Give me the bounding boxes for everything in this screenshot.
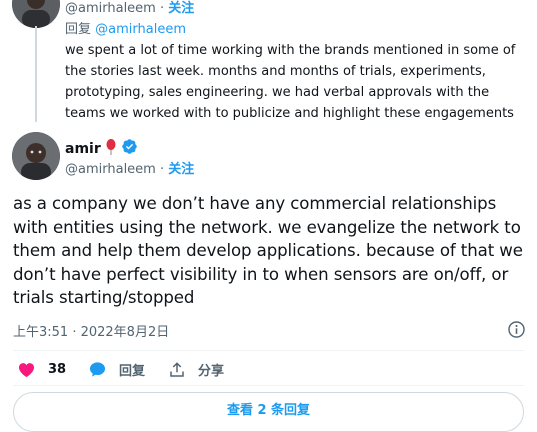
replying-to-prefix: 回复 xyxy=(65,22,92,37)
replying-to: 回复 @amirhaleem xyxy=(65,18,186,37)
view-replies-button[interactable]: 查看 2 条回复 xyxy=(13,392,524,432)
info-icon[interactable] xyxy=(507,320,526,343)
balloon-emoji-icon xyxy=(106,138,116,159)
share-label: 分享 xyxy=(198,364,225,379)
main-author-name[interactable]: amir xyxy=(65,141,101,157)
reply-author-row: @amirhaleem · 关注 xyxy=(65,0,194,16)
follow-link[interactable]: 关注 xyxy=(168,1,194,16)
divider xyxy=(13,350,524,351)
follow-link[interactable]: 关注 xyxy=(168,162,194,177)
thread-line xyxy=(35,26,37,122)
share-button[interactable]: 分享 xyxy=(168,360,224,379)
separator-dot: · xyxy=(159,162,165,177)
main-author-avatar[interactable] xyxy=(12,132,60,180)
like-count: 38 xyxy=(48,362,67,377)
main-author-handle-row: @amirhaleem · 关注 xyxy=(65,158,194,177)
verified-badge-icon xyxy=(121,138,138,159)
reply-button[interactable]: 回复 xyxy=(88,360,145,379)
share-icon xyxy=(170,361,184,377)
reply-author-handle[interactable]: @amirhaleem xyxy=(65,1,156,16)
heart-icon xyxy=(18,363,35,378)
replying-to-handle[interactable]: @amirhaleem xyxy=(95,22,186,37)
reply-tweet-text: we spent a lot of time working with the … xyxy=(65,43,516,121)
reply-bubble-icon xyxy=(89,362,106,377)
reply-label: 回复 xyxy=(119,364,146,379)
separator-dot: · xyxy=(159,1,165,16)
divider xyxy=(13,385,524,386)
reply-author-avatar[interactable] xyxy=(12,0,60,28)
tweet-timestamp[interactable]: 上午3:51 · 2022年8月2日 xyxy=(13,321,169,340)
main-tweet-text: as a company we don’t have any commercia… xyxy=(13,194,523,307)
like-button[interactable]: 38 xyxy=(17,360,66,379)
main-author-name-row: amir xyxy=(65,138,138,159)
main-author-handle[interactable]: @amirhaleem xyxy=(65,162,156,177)
